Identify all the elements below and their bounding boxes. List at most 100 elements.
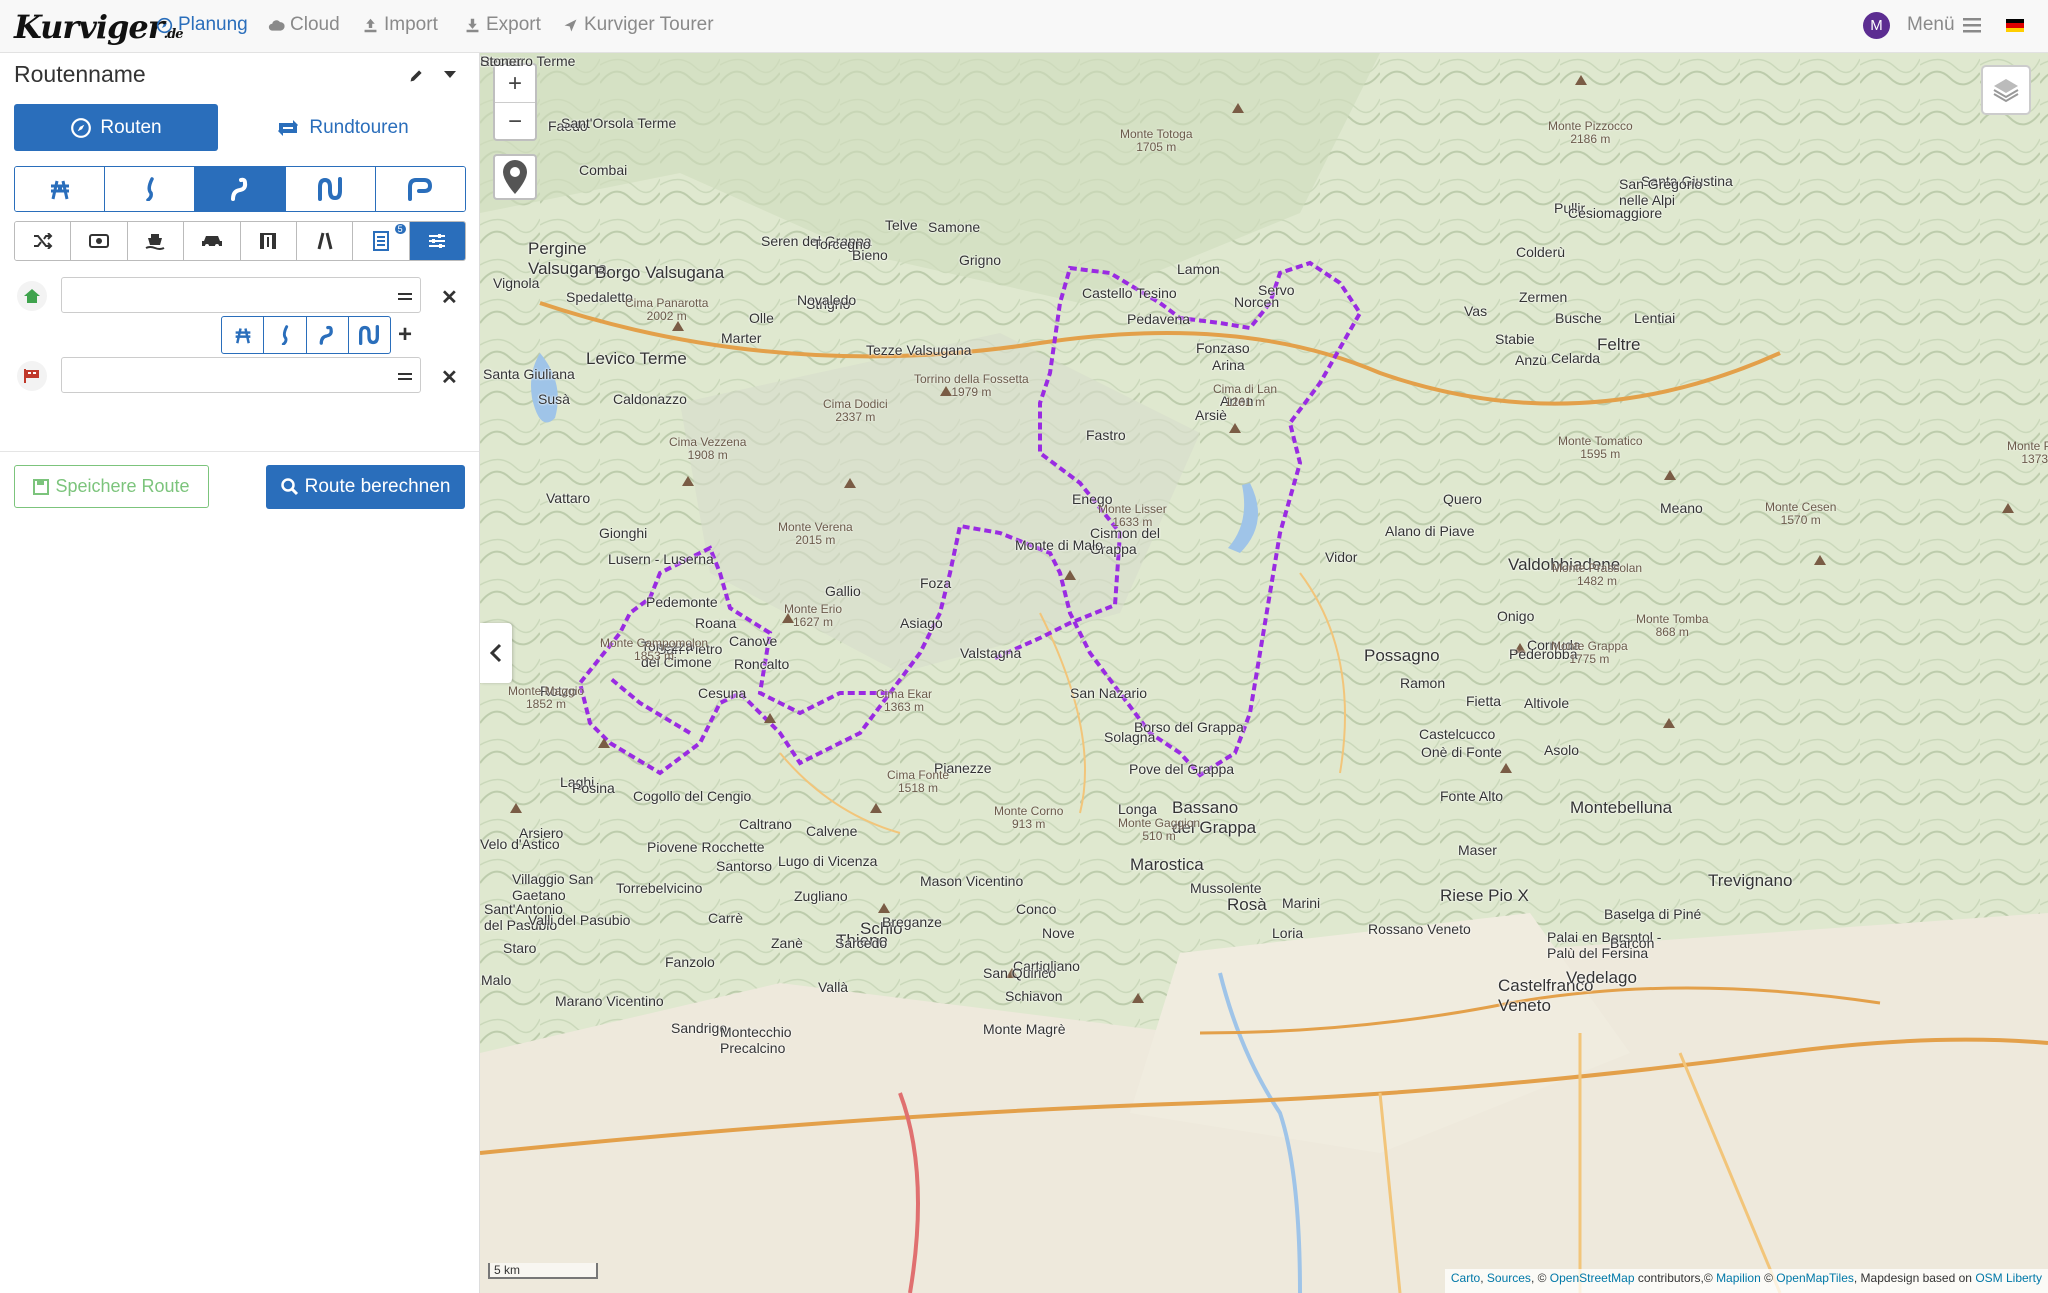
sliders-icon[interactable] — [409, 222, 465, 260]
chevron-down-icon[interactable] — [444, 71, 456, 79]
place-label: Busche — [1555, 310, 1602, 326]
unpaved-road-icon[interactable] — [296, 222, 354, 260]
place-label: Levico Terme — [586, 349, 687, 368]
map-pin-icon — [503, 160, 527, 194]
osm-liberty-link[interactable]: OSM Liberty — [1975, 1271, 2042, 1285]
place-label: Villaggio San Gaetano — [512, 871, 594, 903]
nav-import[interactable]: Import — [362, 14, 438, 36]
mapilion-link[interactable]: Mapilion — [1716, 1271, 1761, 1285]
compass-icon — [71, 117, 92, 138]
place-label: San Gregorio nelle Alpi — [1619, 176, 1703, 208]
place-label: Fietta — [1466, 693, 1502, 709]
curvy-icon[interactable] — [105, 167, 196, 211]
german-flag-icon[interactable] — [2006, 19, 2024, 32]
place-label: Possagno — [1364, 646, 1440, 665]
place-label: Arina — [1212, 357, 1245, 373]
nav-kurviger-tourer[interactable]: Kurviger Tourer — [562, 14, 714, 36]
peak-label: Monte Lisser 1633 m — [1098, 502, 1167, 529]
place-label: Zanè — [771, 935, 803, 951]
nav-cloud[interactable]: Cloud — [268, 14, 340, 36]
nav-planung[interactable]: Planung — [156, 14, 248, 36]
place-label: Breganze — [882, 914, 942, 930]
user-avatar[interactable]: M — [1863, 12, 1890, 39]
place-label: Grigno — [959, 252, 1002, 268]
navigation-icon — [564, 19, 577, 31]
place-label: Vignola — [493, 275, 540, 291]
pencil-icon[interactable] — [408, 67, 425, 84]
place-label: Zugliano — [794, 888, 848, 904]
place-label: Montebelluna — [1570, 798, 1673, 817]
peak-label: Monte Campomolon 1853 m — [600, 636, 709, 663]
place-label: Fonzaso — [1196, 340, 1250, 356]
extreme-curvy-icon[interactable] — [375, 167, 465, 211]
tab-rundtouren[interactable]: Rundtouren — [262, 104, 422, 151]
curvy-icon[interactable] — [264, 317, 307, 353]
place-label: Spedaletto — [566, 289, 633, 305]
curviest-icon[interactable] — [285, 167, 376, 211]
place-label: Tezze Valsugana — [866, 342, 972, 358]
peak-label: Monte Tomba 868 m — [1636, 612, 1709, 639]
openmaptiles-link[interactable]: OpenMapTiles — [1776, 1271, 1854, 1285]
place-label: Calvene — [806, 823, 858, 839]
peak-label: Cima Panarotta 2002 m — [625, 296, 709, 323]
sources-link[interactable]: Sources — [1487, 1271, 1531, 1285]
start-waypoint-row: ✕ — [0, 271, 479, 319]
place-label: Longa — [1118, 801, 1157, 817]
place-label: Susà — [538, 391, 570, 407]
peak-label: Cima Fonte 1518 m — [887, 768, 950, 795]
place-label: Roncalto — [734, 656, 790, 672]
remove-start-button[interactable]: ✕ — [441, 285, 458, 310]
carto-link[interactable]: Carto — [1451, 1271, 1480, 1285]
collapse-sidebar-button[interactable] — [480, 623, 512, 683]
segment-curviness-selector — [221, 316, 391, 354]
peak-label: Monte Totoga 1705 m — [1120, 127, 1193, 154]
place-label: Schiavon — [1005, 988, 1063, 1004]
car-icon[interactable] — [184, 222, 241, 260]
tunnel-icon[interactable] — [240, 222, 297, 260]
add-waypoint-icon[interactable]: + — [398, 321, 412, 349]
zoom-control: + − — [493, 63, 537, 141]
nav-export[interactable]: Export — [464, 14, 541, 36]
save-route-button[interactable]: Speichere Route — [14, 465, 209, 508]
place-label: Cesuna — [698, 685, 747, 701]
osm-link[interactable]: OpenStreetMap — [1550, 1271, 1635, 1285]
place-label: Canove — [729, 633, 778, 649]
place-label: Zermen — [1519, 289, 1568, 305]
shuffle-icon[interactable] — [15, 222, 72, 260]
place-label: Mason Vicentino — [920, 873, 1024, 889]
end-input[interactable] — [61, 357, 421, 393]
zoom-in-button[interactable]: + — [495, 65, 535, 103]
ferry-icon[interactable] — [127, 222, 185, 260]
fastest-icon[interactable] — [222, 317, 265, 353]
curvier-icon[interactable] — [195, 167, 286, 211]
tab-routen[interactable]: Routen — [14, 104, 218, 151]
home-icon — [17, 281, 47, 311]
toll-icon[interactable] — [71, 222, 128, 260]
drag-handle-icon[interactable] — [398, 293, 412, 303]
zoom-out-button[interactable]: − — [495, 103, 535, 140]
menu-button[interactable]: Menü — [1907, 14, 1981, 36]
fastest-icon[interactable] — [15, 167, 106, 211]
place-label: Bieno — [852, 247, 888, 263]
curviest-icon[interactable] — [349, 317, 390, 353]
place-label: Lentiai — [1634, 310, 1676, 326]
place-label: Marter — [721, 330, 762, 346]
place-label: Castello Tesino — [1082, 285, 1177, 301]
peak-label: Cima Vezzena 1908 m — [669, 435, 747, 462]
layers-button[interactable] — [1981, 65, 2031, 115]
place-label: Caltrano — [739, 816, 792, 832]
place-label: Santa Giuliana — [483, 366, 575, 382]
remove-end-button[interactable]: ✕ — [441, 365, 458, 390]
place-label: Mussolente — [1190, 880, 1262, 896]
route-name-title[interactable]: Routenname — [14, 61, 146, 88]
checklist-icon[interactable]: 5 — [353, 222, 410, 260]
map-view[interactable]: + − Pergine Valsugana Borgo Valsugana Levi… — [480, 53, 2048, 1293]
place-label: Monte di Malo — [1015, 537, 1103, 553]
map-marker-button[interactable] — [493, 154, 537, 200]
calculate-route-button[interactable]: Route berechnen — [266, 465, 465, 509]
drag-handle-icon[interactable] — [398, 373, 412, 383]
start-input[interactable] — [61, 277, 421, 313]
save-icon — [33, 478, 50, 495]
peak-label: Monte Verena 2015 m — [778, 520, 853, 547]
curvier-icon[interactable] — [307, 317, 349, 353]
